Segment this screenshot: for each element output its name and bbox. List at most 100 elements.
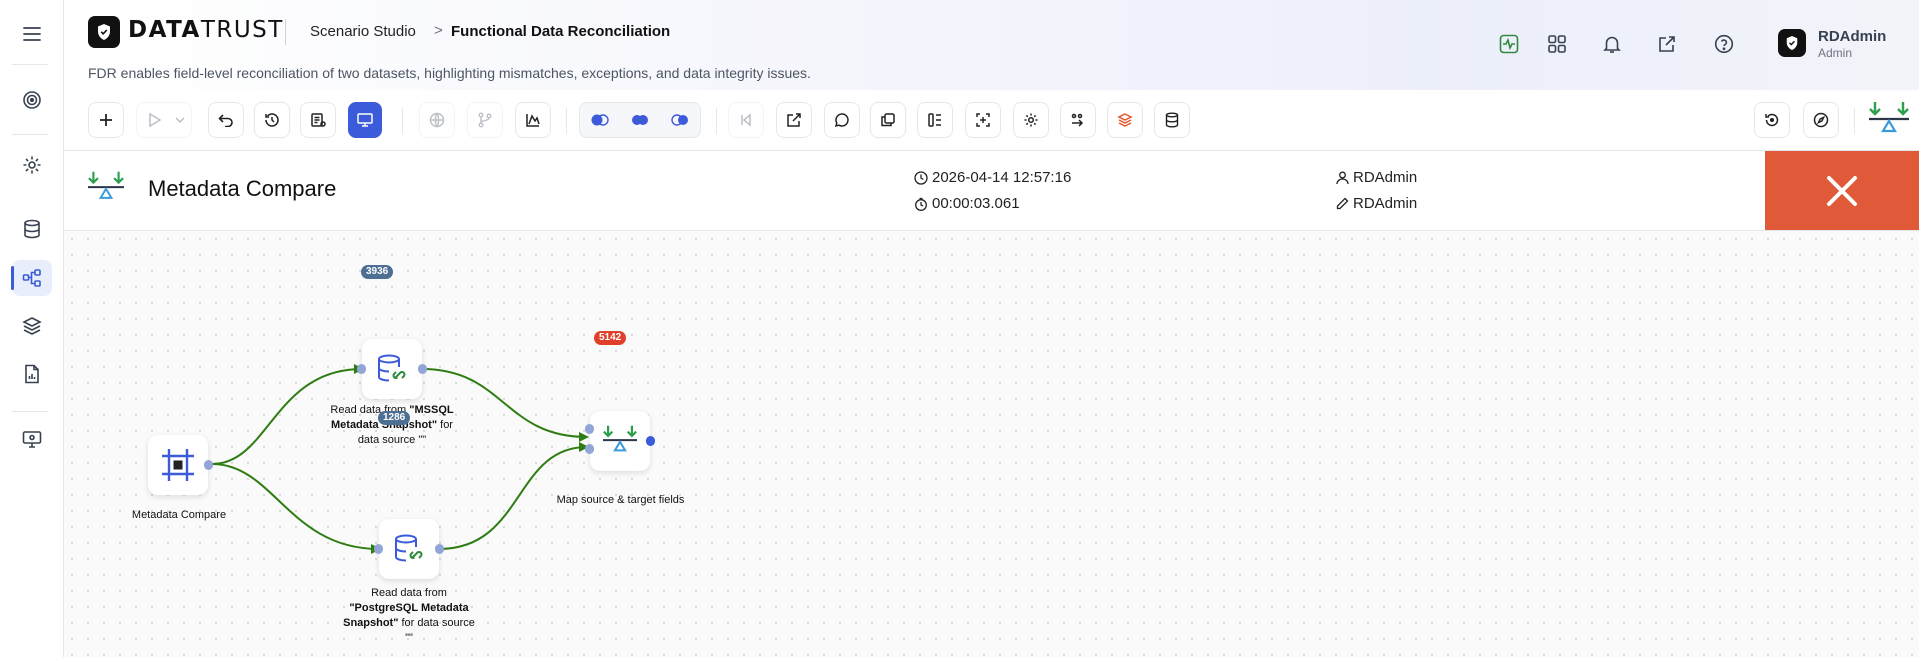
close-button[interactable] — [1765, 151, 1919, 230]
close-icon — [1827, 175, 1857, 206]
label-text: for data source "" — [398, 617, 475, 644]
apps-grid-icon[interactable] — [1545, 32, 1569, 56]
page-description: FDR enables field-level reconciliation o… — [88, 65, 811, 81]
start-node-label: Metadata Compare — [131, 509, 227, 521]
brand-name[interactable]: DATATRUST — [128, 17, 284, 43]
breadcrumb-parent[interactable]: Scenario Studio — [310, 23, 416, 40]
brand-logo-icon[interactable] — [88, 16, 120, 48]
user-name[interactable]: RDAdmin — [1818, 28, 1886, 45]
created-by: RDAdmin — [1336, 169, 1417, 186]
skip-first-button[interactable] — [728, 102, 764, 138]
play-icon — [149, 113, 161, 127]
database-icon[interactable] — [12, 211, 52, 247]
datastore-button[interactable] — [1154, 102, 1190, 138]
toolbar-divider — [1854, 108, 1855, 134]
timestamp-value: 2026-04-14 12:57:16 — [932, 169, 1072, 186]
transform-button[interactable] — [1060, 102, 1096, 138]
layers-icon[interactable] — [12, 308, 52, 344]
run-duration: 00:00:03.061 — [914, 195, 1020, 212]
scenario-title: Metadata Compare — [148, 176, 337, 201]
input-port[interactable] — [357, 364, 366, 374]
sidebar-divider — [12, 64, 48, 65]
map-count-badge: 5142 — [594, 331, 627, 345]
join-inner-icon[interactable] — [620, 103, 660, 137]
edited-by-value: RDAdmin — [1353, 195, 1418, 212]
workflow-canvas[interactable]: Metadata Compare 3936 Read data from "MS… — [64, 231, 1919, 657]
undo-button[interactable] — [208, 102, 244, 138]
run-timestamp: 2026-04-14 12:57:16 — [914, 169, 1071, 186]
restore-button[interactable] — [1754, 102, 1790, 138]
compare-columns-button[interactable] — [917, 102, 953, 138]
sidebar-divider — [12, 134, 48, 135]
join-left-icon[interactable] — [580, 103, 620, 137]
toolbar-divider — [402, 108, 403, 134]
mssql-node-label: Read data from "MSSQL Metadata Snapshot"… — [323, 403, 461, 448]
run-button[interactable] — [136, 102, 192, 138]
globe-button[interactable] — [419, 102, 455, 138]
header-divider — [285, 19, 286, 45]
database-link-icon — [378, 354, 406, 382]
bell-icon[interactable] — [1600, 32, 1624, 56]
external-link-icon[interactable] — [1655, 32, 1679, 56]
frame-icon — [162, 449, 194, 481]
activity-icon[interactable] — [1497, 32, 1521, 56]
start-node[interactable] — [148, 435, 213, 495]
output-port[interactable] — [204, 460, 213, 470]
output-port[interactable] — [646, 436, 655, 446]
branch-button[interactable] — [467, 102, 503, 138]
breadcrumb-separator: > — [434, 22, 443, 39]
output-port[interactable] — [418, 364, 427, 374]
label-text: Read data from — [371, 587, 447, 599]
clock-icon — [914, 170, 928, 185]
output-port[interactable] — [435, 544, 444, 554]
report-icon[interactable] — [12, 356, 52, 392]
settings-button[interactable] — [1013, 102, 1049, 138]
add-button[interactable] — [88, 102, 124, 138]
map-node-label: Map source & target fields — [556, 494, 685, 506]
databricks-button[interactable] — [1107, 102, 1143, 138]
history-button[interactable] — [254, 102, 290, 138]
workflow-icon[interactable] — [11, 260, 52, 296]
export-button[interactable] — [776, 102, 812, 138]
display-mode-button[interactable] — [348, 102, 382, 138]
menu-icon[interactable] — [12, 16, 52, 52]
properties-button[interactable] — [300, 102, 336, 138]
scan-button[interactable] — [965, 102, 1001, 138]
created-by-value: RDAdmin — [1353, 169, 1418, 186]
pencil-icon — [1336, 197, 1349, 209]
user-role: Admin — [1818, 46, 1853, 60]
duration-value: 00:00:03.061 — [932, 195, 1020, 212]
chevron-down-icon — [175, 117, 185, 124]
mssql-read-node[interactable] — [357, 339, 427, 399]
toolbar-divider — [716, 108, 717, 134]
postgres-node-label: Read data from "PostgreSQL Metadata Snap… — [340, 586, 478, 646]
timer-icon — [915, 197, 927, 211]
postgres-row-count-badge: 1286 — [378, 411, 411, 425]
monitor-settings-icon[interactable] — [12, 421, 52, 457]
edge-start-to-postgres — [211, 463, 381, 554]
navigate-button[interactable] — [1803, 102, 1839, 138]
gear-icon[interactable] — [12, 147, 52, 183]
chart-button[interactable] — [515, 102, 551, 138]
mssql-row-count-badge: 3936 — [361, 265, 394, 279]
join-right-icon[interactable] — [660, 103, 700, 137]
target-icon[interactable] — [12, 82, 52, 118]
postgres-read-node[interactable] — [374, 519, 444, 579]
user-icon — [1336, 171, 1349, 184]
avatar[interactable] — [1778, 29, 1806, 57]
input-port[interactable] — [374, 544, 383, 554]
help-icon[interactable] — [1712, 32, 1736, 56]
comment-button[interactable] — [824, 102, 860, 138]
sidebar-divider — [12, 411, 48, 412]
map-fields-node[interactable] — [585, 411, 655, 471]
brand-name-light: TRUST — [200, 17, 284, 43]
brand-name-bold: DATA — [128, 17, 201, 43]
copy-button[interactable] — [870, 102, 906, 138]
input-port-a[interactable] — [585, 424, 594, 434]
top-header: DATATRUST Scenario Studio > Functional D… — [64, 0, 1919, 90]
input-port-b[interactable] — [585, 444, 594, 454]
reconcile-logo-icon — [86, 170, 126, 206]
run-info-bar: Metadata Compare 2026-04-14 12:57:16 00:… — [64, 151, 1919, 231]
reconcile-logo-icon[interactable] — [1867, 100, 1911, 140]
join-mode-group — [579, 102, 701, 138]
